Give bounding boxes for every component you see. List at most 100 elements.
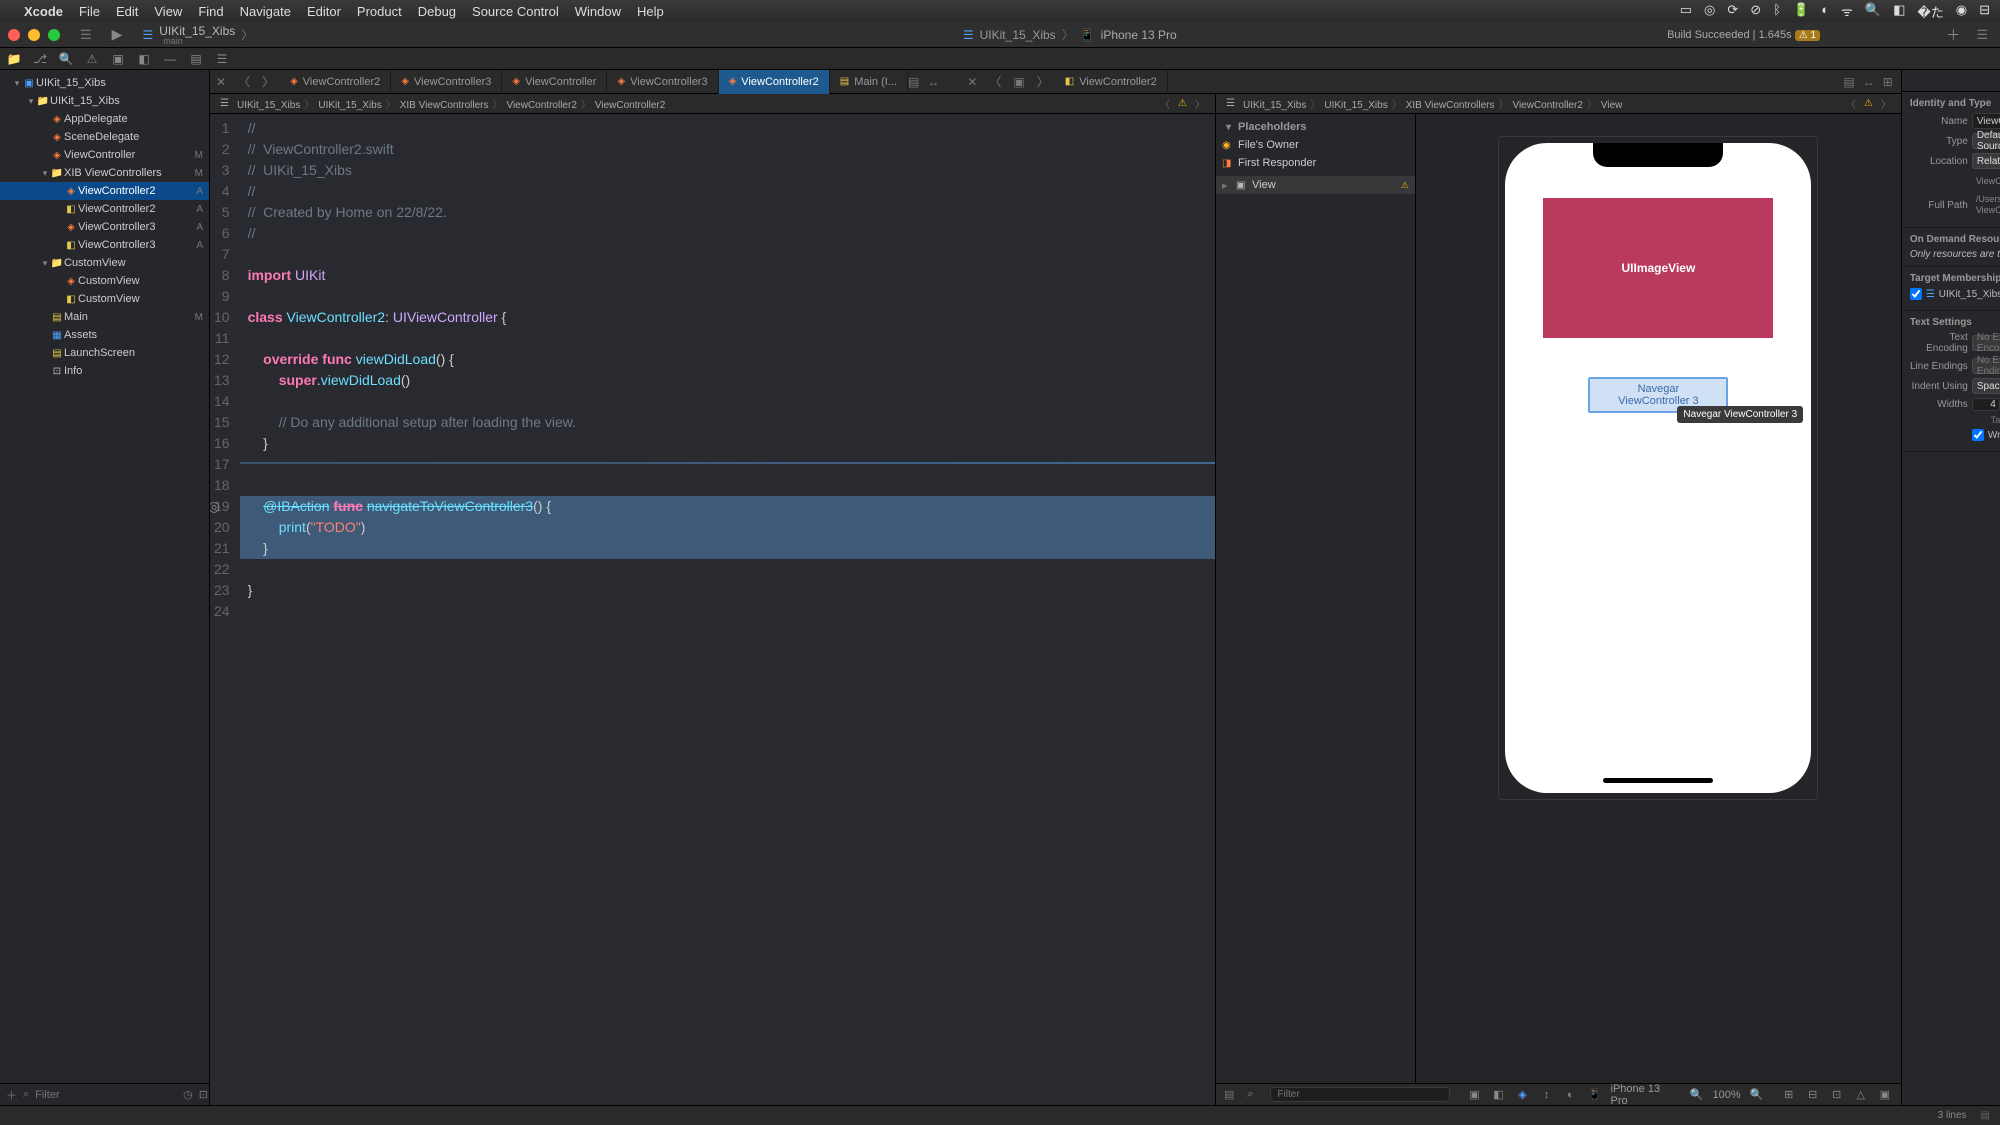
menu-product[interactable]: Product: [357, 4, 402, 19]
menubar-icon[interactable]: ▭: [1680, 2, 1692, 21]
outline-filter-input[interactable]: [1270, 1087, 1450, 1102]
code-line[interactable]: // Created by Home on 22/8/22.: [240, 202, 1215, 223]
zoom-level[interactable]: 100%: [1713, 1089, 1741, 1101]
menu-debug[interactable]: Debug: [418, 4, 456, 19]
tree-row[interactable]: ▾📁CustomView: [0, 254, 209, 272]
code-line[interactable]: print("TODO"): [240, 517, 1215, 538]
source-control-navigator-icon[interactable]: ⎇: [32, 52, 48, 66]
menu-editor[interactable]: Editor: [307, 4, 341, 19]
history-forward-icon[interactable]: 〉: [1031, 73, 1055, 90]
code-line[interactable]: [240, 454, 1215, 475]
code-line[interactable]: import UIKit: [240, 265, 1215, 286]
search-icon[interactable]: 🔍: [1865, 2, 1881, 21]
library-button[interactable]: ＋: [1946, 25, 1960, 45]
issue-indicator-icon[interactable]: ⚠: [1174, 98, 1191, 109]
document-outline[interactable]: ▾Placeholders ◉File's Owner ◨First Respo…: [1216, 114, 1416, 1083]
editor-tab[interactable]: ◈ViewController: [502, 70, 607, 94]
canvas-icon[interactable]: ◐: [1562, 1089, 1578, 1101]
run-destination[interactable]: iPhone 13 Pro: [1101, 28, 1177, 42]
code-line[interactable]: // UIKit_15_Xibs: [240, 160, 1215, 181]
navigator-filter-input[interactable]: [35, 1089, 177, 1101]
menu-sourcecontrol[interactable]: Source Control: [472, 4, 559, 19]
files-owner-row[interactable]: ◉File's Owner: [1216, 136, 1415, 154]
editor-tab[interactable]: ◈ViewController3: [607, 70, 718, 94]
code-line[interactable]: override func viewDidLoad() {: [240, 349, 1215, 370]
add-editor-icon[interactable]: ⊞: [1883, 75, 1893, 89]
constraints-icon[interactable]: ⊞: [1781, 1088, 1797, 1101]
tree-row[interactable]: ▾📁XIB ViewControllersM: [0, 164, 209, 182]
code-line[interactable]: super.viewDidLoad(): [240, 370, 1215, 391]
menu-file[interactable]: File: [79, 4, 100, 19]
menu-window[interactable]: Window: [575, 4, 621, 19]
wifi-icon[interactable]: ᯤ: [1841, 2, 1853, 21]
tree-row[interactable]: ◧ViewController3A: [0, 236, 209, 254]
notifications-icon[interactable]: ⊟: [1979, 2, 1990, 21]
view-row[interactable]: ▸▣View⚠: [1216, 176, 1415, 194]
history-forward-icon[interactable]: 〉: [256, 73, 280, 90]
editor-tab[interactable]: ▤Main (I...: [830, 70, 908, 94]
canvas[interactable]: UIImageView Navegar ViewController 3 Nav…: [1416, 114, 1901, 1083]
menu-view[interactable]: View: [154, 4, 182, 19]
statusbar-icon[interactable]: ▤: [1981, 1110, 1990, 1121]
scm-filter-icon[interactable]: ⊡: [199, 1088, 208, 1101]
menubar-icon[interactable]: ◎: [1704, 2, 1715, 21]
tree-row[interactable]: ◧CustomView: [0, 290, 209, 308]
code-line[interactable]: //: [240, 118, 1215, 139]
code-line[interactable]: //: [240, 181, 1215, 202]
active-scheme[interactable]: UIKit_15_Xibs: [980, 28, 1056, 42]
editor-layout-icon[interactable]: ▤: [908, 75, 919, 89]
tree-row[interactable]: ◈ViewController3A: [0, 218, 209, 236]
editor-options-icon[interactable]: ↔: [1863, 75, 1875, 89]
tree-row[interactable]: ▾📁UIKit_15_Xibs: [0, 92, 209, 110]
report-navigator-icon[interactable]: ☰: [214, 52, 230, 66]
pin-icon[interactable]: ⊡: [1829, 1088, 1845, 1101]
location-select[interactable]: Relative to Group: [1972, 153, 2000, 169]
editor-tab[interactable]: ◈ViewController3: [391, 70, 502, 94]
canvas-icon[interactable]: ▣: [1466, 1088, 1482, 1101]
tree-row[interactable]: ▾▣UIKit_15_Xibs: [0, 74, 209, 92]
recent-filter-icon[interactable]: ◷: [183, 1088, 193, 1101]
code-line[interactable]: [240, 475, 1215, 496]
code-line[interactable]: }: [240, 538, 1215, 559]
bluetooth-icon[interactable]: ᛒ: [1773, 2, 1781, 21]
editor-layout-icon[interactable]: ▤: [1843, 75, 1854, 89]
file-tree[interactable]: ▾▣UIKit_15_Xibs▾📁UIKit_15_Xibs◈AppDelega…: [0, 70, 209, 1083]
tree-row[interactable]: ◈CustomView: [0, 272, 209, 290]
tab-width-field[interactable]: 4: [1972, 398, 2000, 411]
indent-select[interactable]: Spaces: [1972, 378, 2000, 394]
menu-navigate[interactable]: Navigate: [240, 4, 291, 19]
outline-toggle-icon[interactable]: ▤: [1224, 1088, 1234, 1101]
first-responder-row[interactable]: ◨First Responder: [1216, 154, 1415, 172]
code-line[interactable]: class ViewController2: UIViewController …: [240, 307, 1215, 328]
history-back-icon[interactable]: 〈: [232, 73, 256, 90]
canvas-icon[interactable]: 📱: [1587, 1088, 1603, 1101]
zoom-in-icon[interactable]: 🔍: [1749, 1088, 1765, 1101]
run-button[interactable]: ▶: [112, 26, 123, 43]
canvas-icon[interactable]: ◈: [1514, 1088, 1530, 1101]
menubar-icon[interactable]: ⟳: [1727, 2, 1738, 21]
issue-navigator-icon[interactable]: ▣: [110, 52, 126, 66]
find-navigator-icon[interactable]: ⚠: [84, 52, 100, 66]
tree-row[interactable]: ◧ViewController2A: [0, 200, 209, 218]
breakpoint-navigator-icon[interactable]: ▤: [188, 52, 204, 66]
test-navigator-icon[interactable]: ◧: [136, 52, 152, 66]
symbol-navigator-icon[interactable]: 🔍: [58, 52, 74, 66]
zoom-out-icon[interactable]: 🔍: [1689, 1088, 1705, 1101]
menu-edit[interactable]: Edit: [116, 4, 138, 19]
battery-icon[interactable]: 🔋: [1793, 2, 1809, 21]
align-icon[interactable]: ⊟: [1805, 1088, 1821, 1101]
resolve-icon[interactable]: △: [1853, 1088, 1869, 1101]
type-select[interactable]: Default - Swift Source: [1972, 133, 2000, 149]
menubar-icon[interactable]: ◧: [1893, 2, 1905, 21]
menubar-icon[interactable]: ⊘: [1750, 2, 1761, 21]
tab-close-icon[interactable]: ✕: [210, 75, 232, 89]
editor-tab[interactable]: ◈ViewController2: [280, 70, 391, 94]
menubar-app[interactable]: Xcode: [24, 4, 63, 19]
editor-tab[interactable]: ◈ViewController2: [719, 70, 830, 94]
jump-bar-right[interactable]: ☰ UIKit_15_Xibs〉UIKit_15_Xibs〉XIB ViewCo…: [1216, 94, 1901, 114]
code-line[interactable]: }: [240, 580, 1215, 601]
issue-indicator-icon[interactable]: ⚠: [1860, 98, 1877, 109]
menu-find[interactable]: Find: [198, 4, 223, 19]
name-field[interactable]: ViewController2.swift: [1972, 113, 2000, 129]
tree-row[interactable]: ◈AppDelegate: [0, 110, 209, 128]
